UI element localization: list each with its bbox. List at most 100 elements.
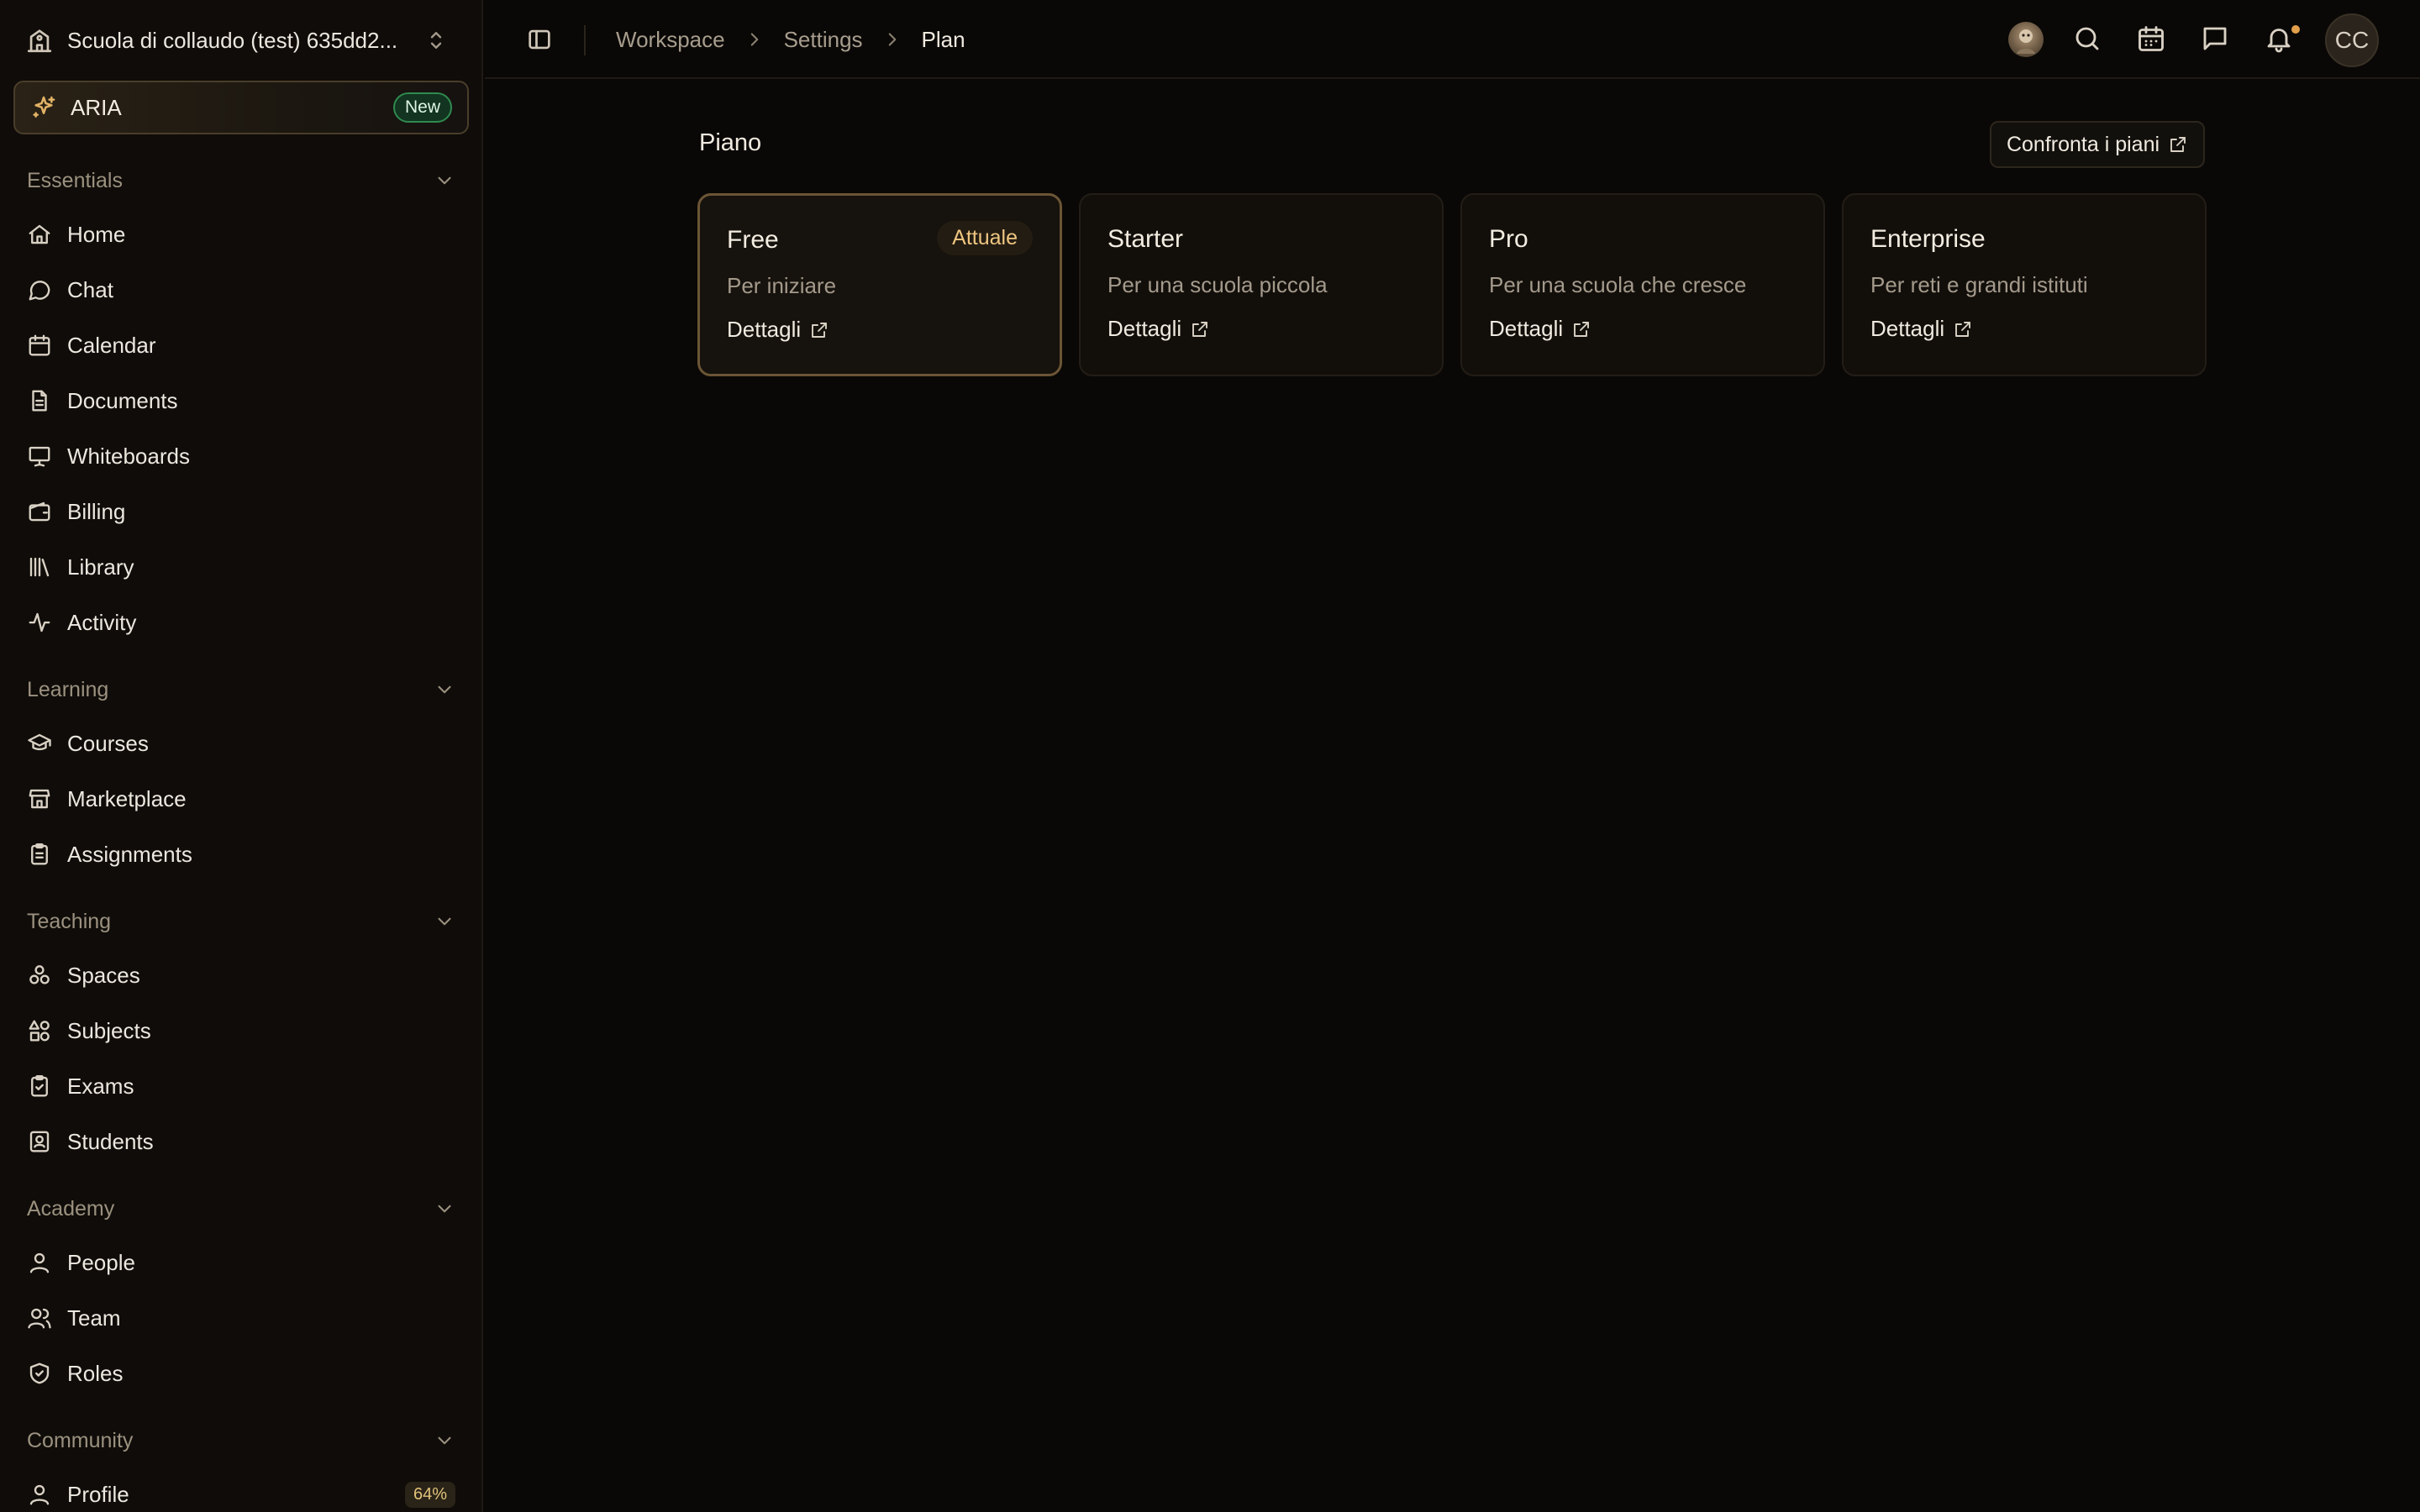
wallet-icon [27, 499, 52, 524]
sidebar-item-spaces[interactable]: Spaces [27, 957, 455, 994]
sidebar-item-library[interactable]: Library [27, 549, 455, 585]
sidebar-toggle-icon[interactable] [525, 25, 554, 54]
search-icon[interactable] [2072, 24, 2102, 54]
bell-icon[interactable] [2264, 24, 2294, 54]
plan-details-label: Dettagli [727, 317, 802, 342]
sidebar-item-courses[interactable]: Courses [27, 725, 455, 762]
section-learning[interactable]: Learning [27, 673, 455, 706]
sidebar-item-team[interactable]: Team [27, 1299, 455, 1336]
external-link-icon [809, 320, 829, 340]
sidebar-item-people[interactable]: People [27, 1244, 455, 1281]
sidebar-item-documents[interactable]: Documents [27, 382, 455, 419]
sidebar-item-billing[interactable]: Billing [27, 493, 455, 530]
sidebar-item-label: Billing [67, 498, 126, 524]
plan-details-label: Dettagli [1870, 316, 1945, 341]
clipboard-check-icon [27, 1074, 52, 1099]
plan-details-label: Dettagli [1107, 316, 1182, 341]
bot-avatar[interactable] [2008, 22, 2044, 57]
plan-name: Enterprise [1870, 225, 1986, 253]
sparkles-icon [30, 94, 57, 121]
chevron-right-icon [881, 29, 903, 50]
message-circle-icon [27, 277, 52, 302]
section-title: Academy [27, 1196, 115, 1221]
plan-name: Free [727, 226, 779, 254]
store-icon [27, 786, 52, 811]
page-title: Piano [699, 129, 762, 156]
compare-plans-label: Confronta i piani [2006, 132, 2160, 156]
sidebar-item-label: Documents [67, 387, 178, 413]
section-community[interactable]: Community [27, 1424, 455, 1457]
plan-details-link[interactable]: Dettagli [1107, 316, 1210, 342]
section-essentials[interactable]: Essentials [27, 164, 455, 197]
sidebar-item-label: Subjects [67, 1017, 151, 1043]
user-icon [27, 1482, 52, 1507]
breadcrumb-settings[interactable]: Settings [784, 27, 863, 53]
plan-details-label: Dettagli [1489, 316, 1564, 341]
plan-details-link[interactable]: Dettagli [727, 317, 829, 343]
sidebar-item-label: Spaces [67, 962, 140, 988]
chevron-down-icon [434, 911, 455, 932]
shield-check-icon [27, 1361, 52, 1386]
sidebar-item-chat[interactable]: Chat [27, 271, 455, 308]
library-icon [27, 554, 52, 580]
message-square-icon[interactable] [2200, 24, 2230, 54]
sidebar-item-whiteboards[interactable]: Whiteboards [27, 438, 455, 475]
sidebar-item-label: Chat [67, 276, 113, 302]
plan-details-link[interactable]: Dettagli [1489, 316, 1591, 342]
clipboard-list-icon [27, 842, 52, 867]
breadcrumb: Workspace Settings Plan [616, 24, 965, 55]
plan-description: Per una scuola piccola [1107, 272, 1328, 297]
sidebar: Scuola di collaudo (test) 635dd2... ARIA… [0, 0, 483, 1512]
sidebar-item-home[interactable]: Home [27, 216, 455, 253]
section-teaching[interactable]: Teaching [27, 905, 455, 938]
sidebar-item-calendar[interactable]: Calendar [27, 327, 455, 364]
compare-plans-button[interactable]: Confronta i piani [1990, 121, 2205, 168]
section-academy[interactable]: Academy [27, 1192, 455, 1226]
plan-name: Starter [1107, 225, 1184, 253]
external-link-icon [2168, 134, 2188, 155]
aria-label: ARIA [71, 94, 122, 120]
sidebar-item-activity[interactable]: Activity [27, 604, 455, 641]
chevron-right-icon [744, 29, 765, 50]
plan-details-link[interactable]: Dettagli [1870, 316, 1973, 342]
notification-dot [2291, 25, 2300, 34]
sidebar-item-subjects[interactable]: Subjects [27, 1012, 455, 1049]
users-icon [27, 1305, 52, 1331]
current-plan-badge: Attuale [937, 221, 1033, 255]
workspace-switcher[interactable]: Scuola di collaudo (test) 635dd2... [25, 22, 449, 59]
calendar-icon[interactable] [2136, 24, 2166, 54]
plan-card-enterprise[interactable]: Enterprise Per reti e grandi istituti De… [1842, 193, 2207, 376]
sidebar-item-students[interactable]: Students [27, 1123, 455, 1160]
new-badge: New [392, 92, 452, 123]
chevrons-up-down-icon [424, 28, 449, 53]
contact-icon [27, 1129, 52, 1154]
sidebar-item-exams[interactable]: Exams [27, 1068, 455, 1105]
sidebar-item-profile[interactable]: Profile 64% [27, 1476, 455, 1512]
section-title: Teaching [27, 909, 112, 933]
sidebar-item-label: Team [67, 1305, 121, 1331]
chevron-down-icon [434, 1198, 455, 1220]
aria-button[interactable]: ARIA New [13, 81, 469, 134]
plan-card-pro[interactable]: Pro Per una scuola che cresce Dettagli [1460, 193, 1825, 376]
sidebar-item-assignments[interactable]: Assignments [27, 836, 455, 873]
plan-card-starter[interactable]: Starter Per una scuola piccola Dettagli [1079, 193, 1444, 376]
workspace-name: Scuola di collaudo (test) 635dd2... [67, 27, 398, 53]
sidebar-item-label: Students [67, 1128, 154, 1154]
sidebar-item-roles[interactable]: Roles [27, 1355, 455, 1392]
sidebar-item-label: Courses [67, 730, 149, 756]
plan-description: Per una scuola che cresce [1489, 272, 1747, 297]
plan-description: Per iniziare [727, 273, 837, 298]
presentation-icon [27, 444, 52, 469]
plan-card-free[interactable]: Free Attuale Per iniziare Dettagli [697, 193, 1062, 376]
breadcrumb-workspace[interactable]: Workspace [616, 27, 725, 53]
shapes-icon [27, 1018, 52, 1043]
external-link-icon [1571, 319, 1591, 339]
sidebar-item-label: Library [67, 554, 134, 580]
sidebar-item-label: Roles [67, 1360, 124, 1386]
user-avatar[interactable]: CC [2325, 13, 2379, 67]
sidebar-item-label: Profile [67, 1481, 129, 1507]
section-title: Community [27, 1428, 134, 1452]
school-icon [25, 26, 54, 55]
external-link-icon [1190, 319, 1210, 339]
sidebar-item-marketplace[interactable]: Marketplace [27, 780, 455, 817]
